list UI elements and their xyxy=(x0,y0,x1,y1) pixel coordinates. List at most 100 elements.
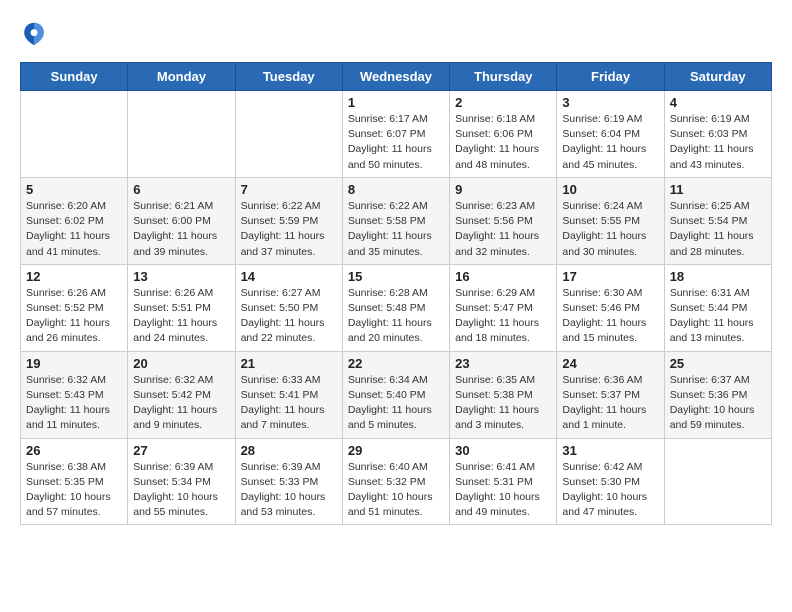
day-number: 2 xyxy=(455,95,551,110)
day-info: Sunrise: 6:25 AM Sunset: 5:54 PM Dayligh… xyxy=(670,199,766,260)
day-info: Sunrise: 6:19 AM Sunset: 6:04 PM Dayligh… xyxy=(562,112,658,173)
calendar-table: SundayMondayTuesdayWednesdayThursdayFrid… xyxy=(20,62,772,525)
day-info: Sunrise: 6:18 AM Sunset: 6:06 PM Dayligh… xyxy=(455,112,551,173)
weekday-header-friday: Friday xyxy=(557,63,664,91)
day-info: Sunrise: 6:22 AM Sunset: 5:59 PM Dayligh… xyxy=(241,199,337,260)
calendar-day-cell: 5 Sunrise: 6:20 AM Sunset: 6:02 PM Daylig… xyxy=(21,177,128,264)
day-number: 9 xyxy=(455,182,551,197)
day-number: 20 xyxy=(133,356,229,371)
day-number: 24 xyxy=(562,356,658,371)
day-number: 1 xyxy=(348,95,444,110)
calendar-day-cell: 12 Sunrise: 6:26 AM Sunset: 5:52 PM Dayli… xyxy=(21,264,128,351)
calendar-day-cell: 23 Sunrise: 6:35 AM Sunset: 5:38 PM Dayli… xyxy=(450,351,557,438)
calendar-day-cell: 16 Sunrise: 6:29 AM Sunset: 5:47 PM Dayli… xyxy=(450,264,557,351)
calendar-day-cell: 3 Sunrise: 6:19 AM Sunset: 6:04 PM Daylig… xyxy=(557,91,664,178)
calendar-day-cell: 2 Sunrise: 6:18 AM Sunset: 6:06 PM Daylig… xyxy=(450,91,557,178)
calendar-day-cell: 29 Sunrise: 6:40 AM Sunset: 5:32 PM Dayli… xyxy=(342,438,449,525)
day-number: 12 xyxy=(26,269,122,284)
day-number: 6 xyxy=(133,182,229,197)
calendar-day-cell: 1 Sunrise: 6:17 AM Sunset: 6:07 PM Daylig… xyxy=(342,91,449,178)
day-info: Sunrise: 6:33 AM Sunset: 5:41 PM Dayligh… xyxy=(241,373,337,434)
calendar-day-cell: 26 Sunrise: 6:38 AM Sunset: 5:35 PM Dayli… xyxy=(21,438,128,525)
logo xyxy=(20,20,52,48)
calendar-day-cell: 6 Sunrise: 6:21 AM Sunset: 6:00 PM Daylig… xyxy=(128,177,235,264)
calendar-day-cell: 30Sunrise: 6:41 AM Sunset: 5:31 PM Dayli… xyxy=(450,438,557,525)
weekday-header-wednesday: Wednesday xyxy=(342,63,449,91)
day-info: Sunrise: 6:38 AM Sunset: 5:35 PM Dayligh… xyxy=(26,460,122,521)
day-info: Sunrise: 6:32 AM Sunset: 5:43 PM Dayligh… xyxy=(26,373,122,434)
day-number: 22 xyxy=(348,356,444,371)
calendar-day-cell xyxy=(664,438,771,525)
day-number: 8 xyxy=(348,182,444,197)
calendar-week-row: 26 Sunrise: 6:38 AM Sunset: 5:35 PM Dayli… xyxy=(21,438,772,525)
weekday-header-sunday: Sunday xyxy=(21,63,128,91)
calendar-day-cell: 18 Sunrise: 6:31 AM Sunset: 5:44 PM Dayli… xyxy=(664,264,771,351)
day-info: Sunrise: 6:41 AM Sunset: 5:31 PM Dayligh… xyxy=(455,460,551,521)
calendar-day-cell: 22Sunrise: 6:34 AM Sunset: 5:40 PM Dayli… xyxy=(342,351,449,438)
day-number: 4 xyxy=(670,95,766,110)
day-info: Sunrise: 6:26 AM Sunset: 5:52 PM Dayligh… xyxy=(26,286,122,347)
day-number: 7 xyxy=(241,182,337,197)
day-number: 25 xyxy=(670,356,766,371)
day-info: Sunrise: 6:19 AM Sunset: 6:03 PM Dayligh… xyxy=(670,112,766,173)
day-info: Sunrise: 6:21 AM Sunset: 6:00 PM Dayligh… xyxy=(133,199,229,260)
day-info: Sunrise: 6:20 AM Sunset: 6:02 PM Dayligh… xyxy=(26,199,122,260)
weekday-header-thursday: Thursday xyxy=(450,63,557,91)
calendar-day-cell: 9Sunrise: 6:23 AM Sunset: 5:56 PM Daylig… xyxy=(450,177,557,264)
logo-icon xyxy=(20,20,48,48)
day-info: Sunrise: 6:22 AM Sunset: 5:58 PM Dayligh… xyxy=(348,199,444,260)
day-number: 17 xyxy=(562,269,658,284)
day-info: Sunrise: 6:29 AM Sunset: 5:47 PM Dayligh… xyxy=(455,286,551,347)
day-number: 21 xyxy=(241,356,337,371)
calendar-day-cell: 11Sunrise: 6:25 AM Sunset: 5:54 PM Dayli… xyxy=(664,177,771,264)
day-info: Sunrise: 6:40 AM Sunset: 5:32 PM Dayligh… xyxy=(348,460,444,521)
day-info: Sunrise: 6:35 AM Sunset: 5:38 PM Dayligh… xyxy=(455,373,551,434)
calendar-day-cell: 31 Sunrise: 6:42 AM Sunset: 5:30 PM Dayli… xyxy=(557,438,664,525)
calendar-day-cell: 20 Sunrise: 6:32 AM Sunset: 5:42 PM Dayli… xyxy=(128,351,235,438)
day-number: 26 xyxy=(26,443,122,458)
day-number: 23 xyxy=(455,356,551,371)
day-info: Sunrise: 6:39 AM Sunset: 5:33 PM Dayligh… xyxy=(241,460,337,521)
weekday-header-monday: Monday xyxy=(128,63,235,91)
day-info: Sunrise: 6:28 AM Sunset: 5:48 PM Dayligh… xyxy=(348,286,444,347)
weekday-header-tuesday: Tuesday xyxy=(235,63,342,91)
day-info: Sunrise: 6:27 AM Sunset: 5:50 PM Dayligh… xyxy=(241,286,337,347)
day-number: 19 xyxy=(26,356,122,371)
weekday-header-saturday: Saturday xyxy=(664,63,771,91)
page: SundayMondayTuesdayWednesdayThursdayFrid… xyxy=(0,0,792,545)
calendar-week-row: 1 Sunrise: 6:17 AM Sunset: 6:07 PM Daylig… xyxy=(21,91,772,178)
day-number: 18 xyxy=(670,269,766,284)
day-info: Sunrise: 6:37 AM Sunset: 5:36 PM Dayligh… xyxy=(670,373,766,434)
day-info: Sunrise: 6:36 AM Sunset: 5:37 PM Dayligh… xyxy=(562,373,658,434)
weekday-header-row: SundayMondayTuesdayWednesdayThursdayFrid… xyxy=(21,63,772,91)
calendar-day-cell xyxy=(128,91,235,178)
calendar-day-cell: 7 Sunrise: 6:22 AM Sunset: 5:59 PM Daylig… xyxy=(235,177,342,264)
day-info: Sunrise: 6:30 AM Sunset: 5:46 PM Dayligh… xyxy=(562,286,658,347)
day-number: 16 xyxy=(455,269,551,284)
calendar-day-cell: 10Sunrise: 6:24 AM Sunset: 5:55 PM Dayli… xyxy=(557,177,664,264)
calendar-day-cell: 21 Sunrise: 6:33 AM Sunset: 5:41 PM Dayli… xyxy=(235,351,342,438)
day-number: 27 xyxy=(133,443,229,458)
day-info: Sunrise: 6:31 AM Sunset: 5:44 PM Dayligh… xyxy=(670,286,766,347)
day-number: 31 xyxy=(562,443,658,458)
day-number: 14 xyxy=(241,269,337,284)
calendar-day-cell: 8 Sunrise: 6:22 AM Sunset: 5:58 PM Daylig… xyxy=(342,177,449,264)
day-info: Sunrise: 6:17 AM Sunset: 6:07 PM Dayligh… xyxy=(348,112,444,173)
calendar-day-cell: 17 Sunrise: 6:30 AM Sunset: 5:46 PM Dayli… xyxy=(557,264,664,351)
calendar-day-cell: 19 Sunrise: 6:32 AM Sunset: 5:43 PM Dayli… xyxy=(21,351,128,438)
day-number: 3 xyxy=(562,95,658,110)
day-info: Sunrise: 6:42 AM Sunset: 5:30 PM Dayligh… xyxy=(562,460,658,521)
calendar-day-cell: 25 Sunrise: 6:37 AM Sunset: 5:36 PM Dayli… xyxy=(664,351,771,438)
calendar-day-cell: 4 Sunrise: 6:19 AM Sunset: 6:03 PM Daylig… xyxy=(664,91,771,178)
calendar-day-cell: 28Sunrise: 6:39 AM Sunset: 5:33 PM Dayli… xyxy=(235,438,342,525)
day-number: 5 xyxy=(26,182,122,197)
header xyxy=(20,20,772,48)
calendar-day-cell: 13Sunrise: 6:26 AM Sunset: 5:51 PM Dayli… xyxy=(128,264,235,351)
day-info: Sunrise: 6:24 AM Sunset: 5:55 PM Dayligh… xyxy=(562,199,658,260)
day-info: Sunrise: 6:39 AM Sunset: 5:34 PM Dayligh… xyxy=(133,460,229,521)
day-number: 13 xyxy=(133,269,229,284)
day-info: Sunrise: 6:32 AM Sunset: 5:42 PM Dayligh… xyxy=(133,373,229,434)
day-number: 15 xyxy=(348,269,444,284)
day-number: 29 xyxy=(348,443,444,458)
calendar-week-row: 5 Sunrise: 6:20 AM Sunset: 6:02 PM Daylig… xyxy=(21,177,772,264)
